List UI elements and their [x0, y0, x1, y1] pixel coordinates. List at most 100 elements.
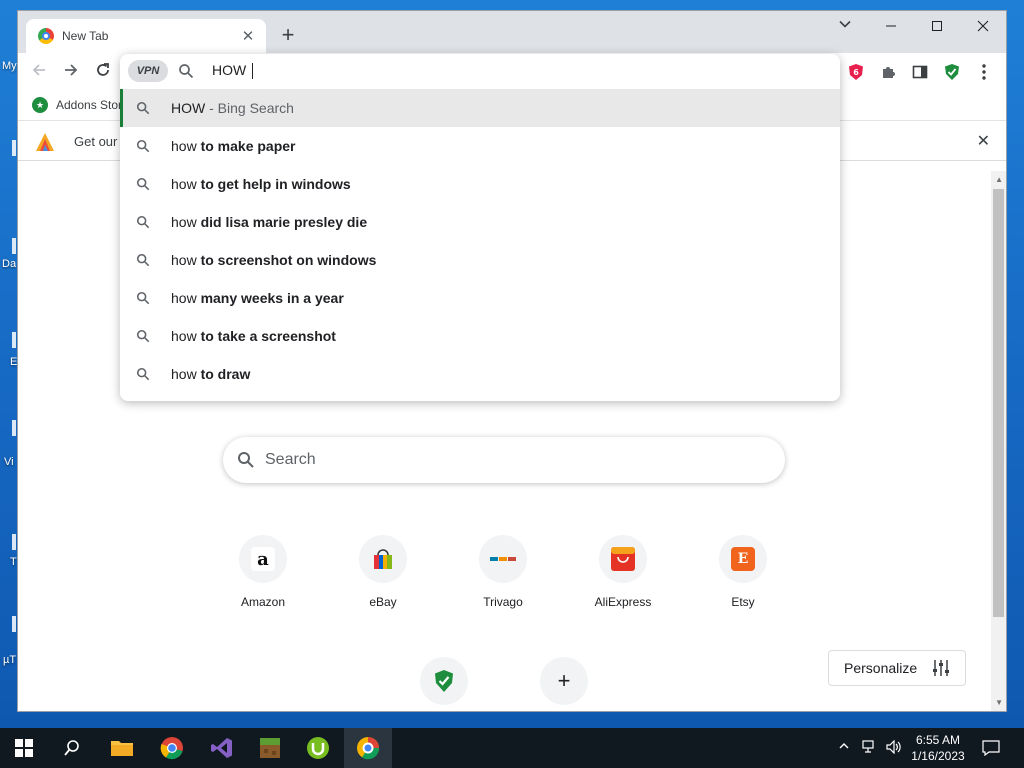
- taskbar-file-explorer[interactable]: [98, 728, 146, 768]
- menu-kebab-icon[interactable]: [974, 62, 994, 82]
- arrow-right-icon: [65, 64, 78, 76]
- clock-date: 1/16/2023: [911, 749, 965, 763]
- tile-label: Amazon: [240, 595, 286, 609]
- chevron-up-icon[interactable]: [838, 740, 850, 755]
- taskbar-search-button[interactable]: [48, 728, 96, 768]
- suggestion-completion: to take a screenshot: [196, 328, 336, 344]
- search-icon: [136, 177, 150, 191]
- desktop-icon-label[interactable]: E: [10, 356, 17, 368]
- tile-etsy[interactable]: E Etsy: [687, 535, 799, 609]
- side-panel-icon[interactable]: [910, 62, 930, 82]
- sliders-icon: [933, 660, 950, 676]
- suggestion-completion: did lisa marie presley die: [196, 214, 368, 230]
- taskbar-utorrent[interactable]: [294, 728, 342, 768]
- back-button[interactable]: [28, 61, 50, 83]
- omnibox-suggestion[interactable]: how to take a screenshot: [120, 317, 840, 355]
- tile-ebay[interactable]: eBay: [327, 535, 439, 609]
- taskbar-minecraft[interactable]: [246, 728, 294, 768]
- bookmark-label: Addons Stor: [56, 98, 123, 112]
- minimize-button[interactable]: [868, 11, 914, 41]
- close-tab-icon[interactable]: ✕: [240, 27, 256, 45]
- text-caret: [252, 63, 254, 80]
- ntp-search-box[interactable]: Search: [223, 437, 785, 483]
- ntp-search-placeholder: Search: [265, 451, 316, 468]
- tab-search-button[interactable]: [834, 17, 856, 35]
- reload-button[interactable]: [92, 61, 114, 83]
- omnibox-suggestion[interactable]: how many weeks in a year: [120, 279, 840, 317]
- tile-aliexpress[interactable]: AliExpress: [567, 535, 679, 609]
- desktop-icon[interactable]: [12, 332, 16, 348]
- new-tab-button[interactable]: +: [276, 24, 300, 46]
- windows-logo-icon: [15, 739, 33, 757]
- extensions-puzzle-icon[interactable]: [878, 62, 898, 82]
- tile-label: eBay: [369, 595, 397, 609]
- security-shortcut[interactable]: [420, 657, 468, 705]
- tile-amazon[interactable]: a Amazon: [207, 535, 319, 609]
- suggestion-text: how to make paper: [171, 138, 296, 154]
- scroll-down-icon[interactable]: ▼: [995, 698, 1003, 707]
- search-icon: [64, 740, 79, 756]
- desktop-icon[interactable]: [12, 140, 16, 156]
- omnibox-suggestion[interactable]: how to draw: [120, 355, 840, 393]
- forward-button[interactable]: [60, 61, 82, 83]
- suggestion-completion: many weeks in a year: [196, 290, 344, 306]
- tab-new-tab[interactable]: New Tab ✕: [26, 19, 266, 53]
- search-icon: [238, 452, 254, 468]
- suggestion-prefix: how: [171, 328, 197, 344]
- search-icon: [136, 291, 150, 305]
- scrollbar-thumb[interactable]: [993, 189, 1004, 617]
- suggestion-text: how to draw: [171, 366, 250, 382]
- desktop-icon[interactable]: [12, 616, 16, 632]
- search-icon: [136, 215, 150, 229]
- maximize-button[interactable]: [914, 11, 960, 41]
- scroll-up-icon[interactable]: ▲: [995, 175, 1003, 184]
- desktop-icon-label[interactable]: µT: [3, 654, 16, 666]
- shortcut-tiles: a Amazon eBay Trivago AliExpress E Etsy: [18, 535, 1006, 615]
- address-bar[interactable]: VPN HOW: [120, 54, 840, 88]
- window-controls: [868, 11, 1006, 41]
- vpn-badge[interactable]: VPN: [128, 60, 168, 82]
- desktop-icon[interactable]: [12, 420, 16, 436]
- omnibox-suggestion[interactable]: how to make paper: [120, 127, 840, 165]
- desktop-icon-label[interactable]: Vi: [4, 456, 14, 468]
- desktop-icon[interactable]: [12, 238, 16, 254]
- folder-icon: [111, 741, 133, 756]
- close-infobar-icon[interactable]: ✕: [977, 131, 990, 151]
- omnibox-suggestion[interactable]: how to screenshot on windows: [120, 241, 840, 279]
- utorrent-icon: [307, 737, 329, 759]
- suggestion-suffix: - Bing Search: [205, 100, 294, 116]
- bookmark-addons-store[interactable]: ★ Addons Stor: [32, 97, 122, 113]
- desktop-icon-label[interactable]: T: [10, 556, 17, 568]
- desktop-icon-label[interactable]: My: [2, 60, 17, 72]
- taskbar-visual-studio[interactable]: [198, 728, 246, 768]
- address-input[interactable]: HOW: [212, 62, 254, 80]
- close-window-button[interactable]: [960, 11, 1006, 41]
- desktop-icon[interactable]: [12, 534, 16, 550]
- suggestion-text: how did lisa marie presley die: [171, 214, 367, 230]
- add-shortcut-button[interactable]: +: [540, 657, 588, 705]
- trivago-logo-icon: [490, 557, 516, 561]
- desktop-icon-label[interactable]: Da: [2, 258, 16, 270]
- search-icon: [179, 64, 194, 79]
- start-button[interactable]: [0, 728, 48, 768]
- taskbar-browser-active[interactable]: [344, 728, 392, 768]
- taskbar-chrome[interactable]: [148, 728, 196, 768]
- omnibox-suggestion[interactable]: how to get help in windows: [120, 165, 840, 203]
- security-shield-icon[interactable]: [942, 62, 962, 82]
- system-clock[interactable]: 6:55 AM 1/16/2023: [908, 732, 968, 764]
- notifications-icon[interactable]: [982, 740, 1000, 759]
- suggestion-text: how to screenshot on windows: [171, 252, 376, 268]
- volume-icon[interactable]: [886, 739, 902, 757]
- page-scrollbar[interactable]: ▲ ▼: [991, 171, 1006, 711]
- suggestion-completion: to draw: [196, 366, 251, 382]
- omnibox-suggestion[interactable]: how did lisa marie presley die: [120, 203, 840, 241]
- personalize-button[interactable]: Personalize: [828, 650, 966, 686]
- svg-text:6: 6: [853, 68, 859, 77]
- reload-icon: [97, 63, 109, 76]
- suggestion-prefix: how: [171, 138, 197, 154]
- avg-logo-icon: [36, 133, 54, 151]
- omnibox-suggestion[interactable]: HOW - Bing Search: [120, 89, 840, 127]
- network-icon[interactable]: [862, 740, 878, 757]
- tile-trivago[interactable]: Trivago: [447, 535, 559, 609]
- extension-shield-icon[interactable]: 6: [846, 62, 866, 82]
